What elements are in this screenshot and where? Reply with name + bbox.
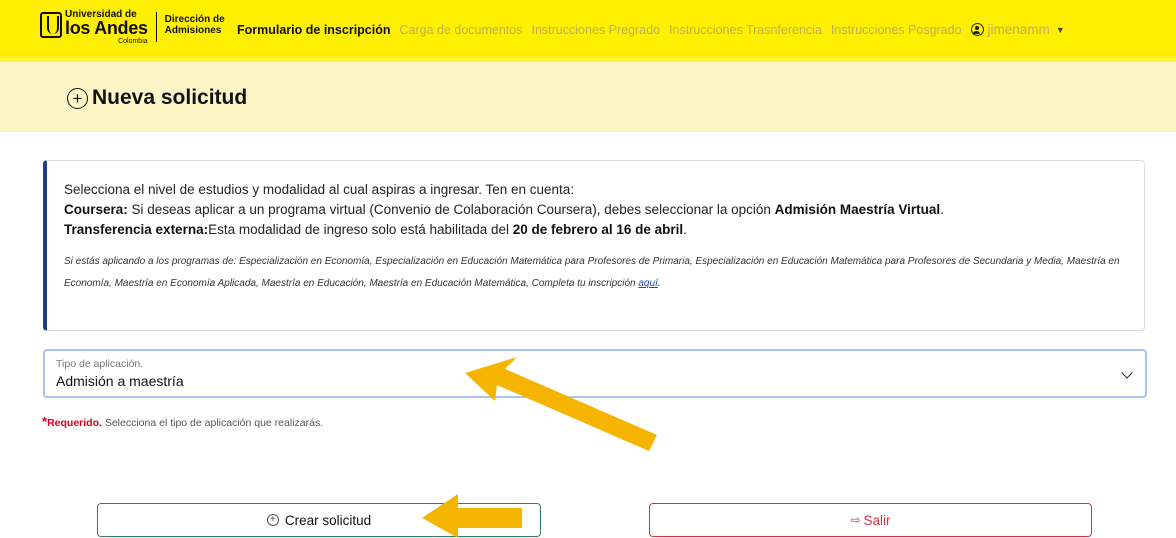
page: Universidad de los Andes Colombia Direcc…	[0, 0, 1176, 538]
page-title-text: Nueva solicitud	[92, 86, 248, 109]
logo-country: Colombia	[118, 38, 148, 45]
logo-divider	[155, 12, 157, 42]
nav-link-instrucciones-transferencia[interactable]: Instrucciones Trasnferencia	[669, 23, 822, 37]
nav-links: Formulario de inscripción Carga de docum…	[237, 22, 1065, 37]
required-word: Requerido.	[47, 417, 102, 429]
user-menu[interactable]: jimenamm ▼	[970, 22, 1065, 37]
caret-down-icon: ▼	[1055, 24, 1065, 35]
nav-link-carga-documentos[interactable]: Carga de documentos	[400, 23, 523, 37]
required-hint: *Requerido. Selecciona el tipo de aplica…	[42, 414, 323, 429]
user-circle-icon	[970, 23, 984, 36]
chevron-down-icon	[1121, 367, 1133, 379]
info-coursera: Coursera: Si deseas aplicar a un program…	[64, 200, 1144, 220]
transfer-text: Esta modalidad de ingreso solo está habi…	[208, 222, 513, 237]
coursera-end: .	[940, 202, 944, 217]
logo-department: Dirección de Admisiones	[165, 14, 225, 36]
annotation-arrow-create	[422, 494, 522, 538]
create-request-label: Crear solicitud	[284, 512, 372, 528]
info-intro: Selecciona el nivel de estudios y modali…	[64, 182, 575, 197]
transfer-end: .	[683, 222, 687, 237]
top-navbar: Universidad de los Andes Colombia Direcc…	[0, 0, 1176, 62]
info-box: Selecciona el nivel de estudios y modali…	[43, 160, 1145, 331]
small-note-link[interactable]: aquí	[638, 278, 657, 289]
logo-text: Universidad de los Andes Colombia	[65, 10, 148, 46]
plus-circle-icon: +	[67, 87, 88, 109]
coursera-text: Si deseas aplicar a un programa virtual …	[127, 202, 775, 217]
nav-link-formulario[interactable]: Formulario de inscripción	[237, 23, 391, 37]
page-title: + Nueva solicitud	[67, 86, 247, 110]
info-small-note: Si estás aplicando a los programas de: E…	[64, 251, 1139, 295]
nav-link-instrucciones-pregrado[interactable]: Instrucciones Pregrado	[532, 23, 661, 37]
annotation-arrow-select	[465, 357, 657, 451]
university-logo[interactable]: Universidad de los Andes Colombia Direcc…	[40, 10, 225, 45]
logo-name-line: los Andes	[65, 18, 148, 38]
exit-label: Salir	[863, 512, 891, 528]
annotation-arrow-select-shape	[465, 357, 657, 451]
small-note-text: Si estás aplicando a los programas de: E…	[64, 256, 1120, 289]
coursera-label: Coursera:	[64, 202, 128, 217]
logo-mark-icon	[40, 12, 62, 38]
user-name: jimenamm	[987, 22, 1050, 37]
info-transfer: Transferencia externa:Esta modalidad de …	[64, 220, 1144, 240]
transfer-dates: 20 de febrero al 16 de abril	[512, 222, 684, 237]
logo-department-line1: Dirección de	[164, 14, 225, 25]
exit-button[interactable]: ⇨ Salir	[649, 503, 1092, 537]
exit-icon: ⇨	[850, 513, 861, 527]
application-type-value: Admisión a maestría	[56, 373, 184, 389]
annotation-arrow-create-shape	[422, 494, 522, 538]
required-text: Selecciona el tipo de aplicación que rea…	[101, 417, 324, 429]
application-type-label: Tipo de aplicación.	[56, 358, 144, 370]
nav-link-instrucciones-posgrado[interactable]: Instrucciones Posgrado	[831, 23, 962, 37]
small-note-end: .	[657, 278, 661, 289]
logo-department-line2: Admisiones	[164, 25, 222, 36]
plus-circle-icon: +	[266, 514, 279, 526]
transfer-label: Transferencia externa:	[64, 222, 209, 237]
coursera-option: Admisión Maestría Virtual	[774, 202, 941, 217]
